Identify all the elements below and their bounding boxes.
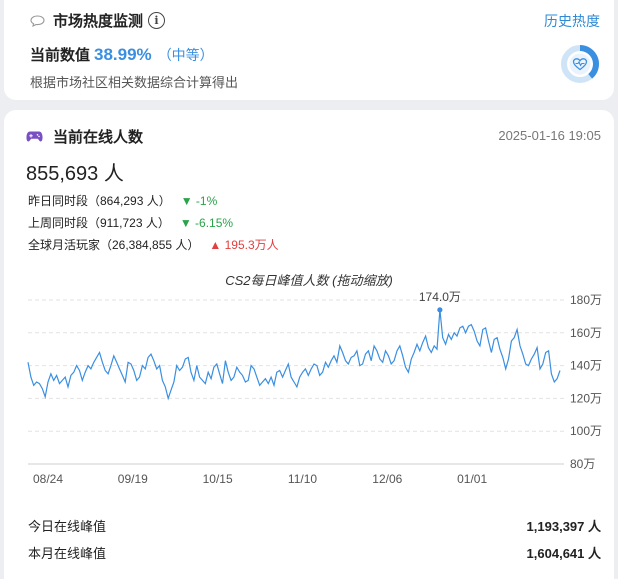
compare-change: ▼ -1% bbox=[180, 193, 218, 208]
current-value-label: 当前数值 bbox=[30, 47, 91, 64]
series-line bbox=[27, 309, 561, 401]
today-peak-value: 1,193,397 人 bbox=[526, 519, 601, 534]
market-heat-card: 市场热度监测 i 历史热度 当前数值 38.99% （中等） 根据市场社区相关数… bbox=[4, 0, 614, 100]
x-tick-label: 11/10 bbox=[288, 472, 317, 486]
compare-change: ▼ -6.15% bbox=[179, 215, 234, 230]
y-tick-label: 160万 bbox=[570, 326, 602, 340]
online-players-card: 当前在线人数 2025-01-16 19:05 855,693 人 昨日同时段（… bbox=[4, 110, 614, 579]
chart-title: CS2每日峰值人数 (拖动缩放) bbox=[225, 273, 393, 288]
heat-gauge-icon bbox=[561, 45, 599, 83]
today-peak-row: 今日在线峰值 1,193,397 人 bbox=[28, 516, 601, 535]
today-peak-label: 今日在线峰值 bbox=[28, 519, 107, 534]
market-heat-title: 市场热度监测 bbox=[53, 13, 144, 30]
heat-description: 根据市场社区相关数据综合计算得出 bbox=[30, 75, 239, 90]
y-tick-label: 180万 bbox=[570, 293, 602, 307]
compare-last-week: 上周同时段（911,723 人） ▼ -6.15% bbox=[28, 214, 233, 231]
month-peak-row: 本月在线峰值 1,604,641 人 bbox=[28, 543, 601, 562]
x-tick-label: 12/06 bbox=[372, 472, 402, 486]
y-tick-label: 120万 bbox=[570, 391, 602, 405]
compare-change: ▲ 195.3万人 bbox=[209, 238, 279, 252]
compare-yesterday: 昨日同时段（864,293 人） ▼ -1% bbox=[28, 192, 217, 209]
current-level: （中等） bbox=[157, 47, 214, 63]
daily-peak-chart[interactable]: CS2每日峰值人数 (拖动缩放) 80万 100万 120万 140万 160万 180万… bbox=[4, 266, 614, 496]
y-tick-label: 140万 bbox=[570, 359, 602, 373]
compare-label: 上周同时段（911,723 人） bbox=[28, 216, 170, 230]
compare-monthly-active: 全球月活玩家（26,384,855 人） ▲ 195.3万人 bbox=[28, 236, 279, 253]
y-tick-label: 100万 bbox=[570, 424, 602, 438]
history-heat-link[interactable]: 历史热度 bbox=[544, 11, 600, 31]
online-title: 当前在线人数 bbox=[53, 129, 144, 146]
online-count: 855,693 人 bbox=[26, 163, 124, 185]
peak-data-label: 174.0万 bbox=[419, 290, 461, 304]
x-tick-label: 09/19 bbox=[118, 472, 148, 486]
current-value: 38.99% bbox=[94, 45, 152, 64]
compare-label: 全球月活玩家（26,384,855 人） bbox=[28, 238, 200, 252]
chat-bubble-icon bbox=[30, 14, 45, 27]
x-tick-label: 01/01 bbox=[457, 472, 487, 486]
current-value-row: 当前数值 38.99% （中等） bbox=[30, 44, 214, 65]
online-timestamp: 2025-01-16 19:05 bbox=[498, 128, 601, 143]
x-tick-label: 10/15 bbox=[203, 472, 233, 486]
month-peak-value: 1,604,641 人 bbox=[526, 546, 601, 561]
month-peak-label: 本月在线峰值 bbox=[28, 546, 107, 561]
online-header: 当前在线人数 bbox=[26, 126, 143, 147]
gamepad-icon bbox=[26, 131, 43, 142]
peak-point[interactable] bbox=[437, 307, 443, 313]
x-tick-label: 08/24 bbox=[33, 472, 63, 486]
info-icon[interactable]: i bbox=[148, 12, 166, 29]
compare-label: 昨日同时段（864,293 人） bbox=[28, 194, 171, 208]
market-heat-header: 市场热度监测 i bbox=[30, 10, 166, 31]
y-tick-label: 80万 bbox=[570, 457, 595, 471]
